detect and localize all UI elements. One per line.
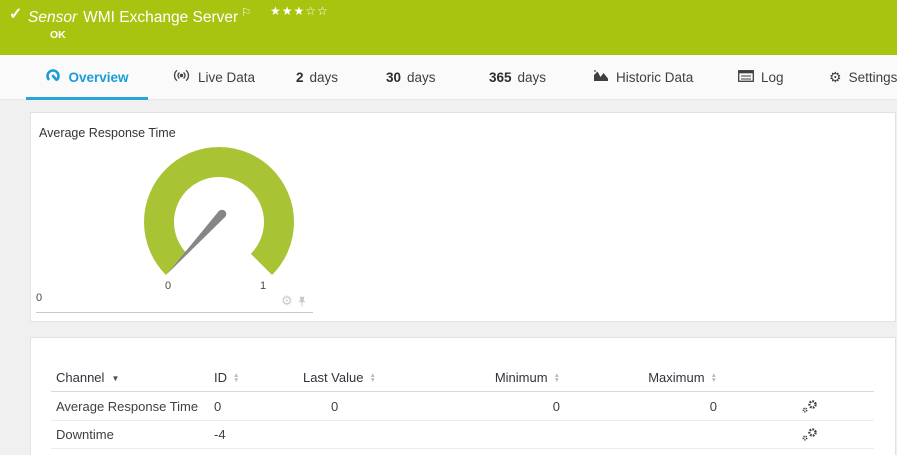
gauge-scale-max: 1 bbox=[259, 280, 267, 292]
stars-empty[interactable]: ☆☆ bbox=[305, 4, 329, 18]
column-header-id[interactable]: ID ▲ ▼ bbox=[214, 370, 303, 385]
channel-id: -4 bbox=[214, 427, 226, 442]
tab-bar: Overview Live Data 2 days 30 days 365 da… bbox=[0, 55, 897, 100]
tab-number: 30 bbox=[386, 69, 402, 85]
column-header-maximum[interactable]: Maximum ▲ ▼ bbox=[560, 370, 717, 385]
stars-filled[interactable]: ★★★ bbox=[270, 4, 305, 18]
gauge-icon bbox=[45, 68, 61, 86]
panel-settings-gear-icon[interactable]: ⚙ bbox=[281, 294, 293, 307]
channel-minimum: 0 bbox=[552, 399, 560, 414]
status-badge: OK bbox=[50, 29, 66, 41]
channel-id: 0 bbox=[214, 399, 222, 414]
table-row-downtime: Downtime -4 bbox=[51, 421, 874, 449]
tab-label: Overview bbox=[68, 69, 129, 85]
column-header-channel[interactable]: Channel ▼ bbox=[51, 370, 214, 385]
tab-unit: days bbox=[407, 69, 436, 85]
sort-icon: ▲ ▼ bbox=[233, 371, 240, 384]
sensor-status-header: ✓ Sensor WMI Exchange Server ⚐ ★★★☆☆ OK bbox=[0, 0, 897, 55]
table-row-average-response-time: Average Response Time 0 0 0 0 bbox=[51, 393, 874, 421]
tab-365-days[interactable]: 365 days bbox=[489, 55, 546, 99]
tab-settings[interactable]: ⚙ Settings bbox=[829, 55, 897, 99]
tab-log[interactable]: Log bbox=[738, 55, 784, 99]
pin-icon[interactable] bbox=[297, 295, 307, 313]
status-check-icon: ✓ bbox=[9, 6, 23, 23]
tab-unit: days bbox=[517, 69, 547, 85]
gauge-title: Average Response Time bbox=[39, 126, 176, 140]
live-data-icon bbox=[172, 69, 191, 85]
sensor-name: WMI Exchange Server bbox=[83, 9, 239, 26]
response-time-gauge bbox=[144, 147, 294, 276]
flag-icon[interactable]: ⚐ bbox=[241, 7, 251, 19]
sort-icon: ▲ ▼ bbox=[710, 371, 717, 384]
column-header-last-value[interactable]: Last Value ▲ ▼ bbox=[303, 370, 423, 385]
tab-label: Log bbox=[761, 69, 784, 85]
sort-desc-icon: ▼ bbox=[111, 374, 120, 383]
channel-settings-gears-icon[interactable] bbox=[800, 399, 819, 414]
sensor-type-label: Sensor bbox=[28, 9, 78, 26]
sort-icon: ▲ ▼ bbox=[369, 371, 376, 384]
channels-table-header: Channel ▼ ID ▲ ▼ Last Value ▲ ▼ Minimum ▲ ▼… bbox=[51, 364, 874, 392]
channel-last-value: 0 bbox=[331, 399, 339, 414]
area-chart-icon bbox=[593, 69, 609, 85]
page-title: Sensor WMI Exchange Server ⚐ bbox=[28, 6, 251, 27]
gauge-scale-min: 0 bbox=[164, 280, 172, 292]
tab-historic-data[interactable]: Historic Data bbox=[593, 55, 693, 99]
tab-30-days[interactable]: 30 days bbox=[386, 55, 436, 99]
tab-2-days[interactable]: 2 days bbox=[296, 55, 338, 99]
gear-icon: ⚙ bbox=[829, 69, 842, 85]
tab-live-data[interactable]: Live Data bbox=[172, 55, 255, 99]
channel-name: Downtime bbox=[56, 427, 114, 442]
priority-stars[interactable]: ★★★☆☆ bbox=[270, 4, 329, 18]
tab-number: 365 bbox=[489, 69, 512, 85]
channel-maximum: 0 bbox=[709, 399, 717, 414]
graph-baseline bbox=[36, 312, 313, 313]
tab-unit: days bbox=[309, 69, 339, 85]
gauge-panel: Average Response Time 0 1 0 ⚙ bbox=[30, 112, 896, 322]
channels-panel: Channel ▼ ID ▲ ▼ Last Value ▲ ▼ Minimum ▲ ▼… bbox=[30, 337, 896, 455]
tab-label: Live Data bbox=[198, 69, 256, 85]
tab-overview[interactable]: Overview bbox=[26, 55, 148, 100]
graph-axis-zero-label: 0 bbox=[36, 292, 43, 304]
tab-label: Historic Data bbox=[616, 69, 694, 85]
channel-name: Average Response Time bbox=[56, 399, 199, 414]
tab-number: 2 bbox=[296, 69, 304, 85]
column-header-minimum[interactable]: Minimum ▲ ▼ bbox=[423, 370, 560, 385]
channel-settings-gears-icon[interactable] bbox=[800, 427, 819, 442]
log-list-icon bbox=[738, 69, 754, 85]
tab-label: Settings bbox=[848, 69, 897, 85]
